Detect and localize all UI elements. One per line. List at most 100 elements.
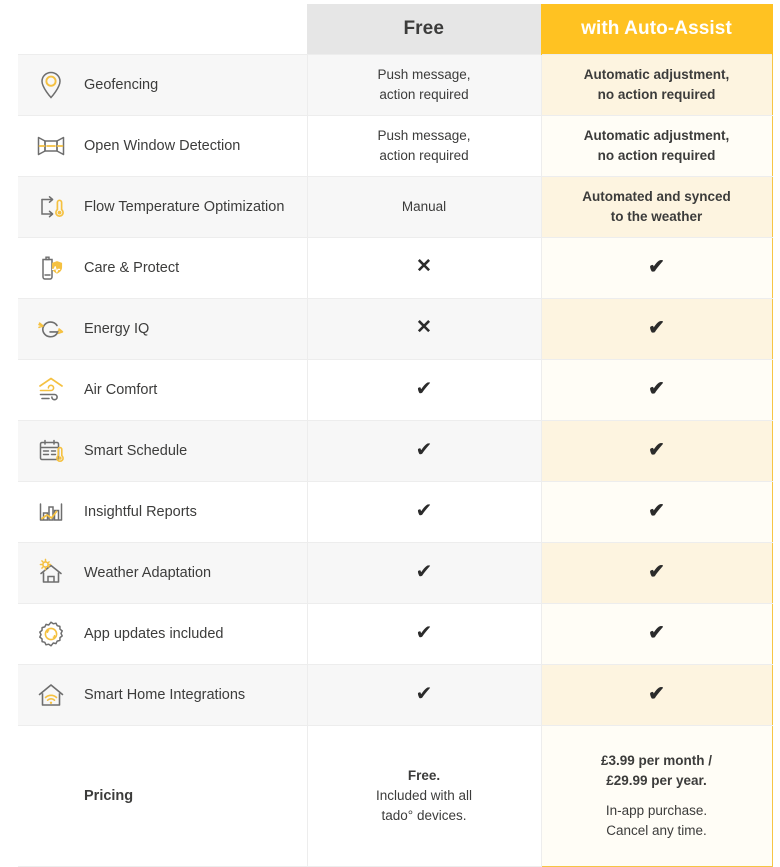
header-auto-assist-column: with Auto-Assist	[540, 4, 773, 55]
auto-assist-plan-cell: ✔	[540, 664, 773, 726]
auto-price-line2: Cancel any time.	[606, 822, 707, 838]
table-row: Flow Temperature Optimization Manual Aut…	[18, 176, 773, 238]
auto-assist-plan-cell: Automatic adjustment, no action required	[540, 54, 773, 116]
auto-assist-plan-cell: ✔	[540, 237, 773, 299]
auto-assist-plan-cell: ✔	[540, 603, 773, 665]
feature-label: App updates included	[84, 625, 224, 642]
check-mark-icon: ✔	[415, 499, 433, 522]
feature-cell: Open Window Detection	[18, 115, 308, 177]
feature-label: Energy IQ	[84, 320, 150, 337]
check-mark-icon: ✔	[415, 377, 433, 400]
smart-schedule-calendar-icon	[32, 432, 70, 470]
feature-cell: Smart Home Integrations	[18, 664, 308, 726]
free-plan-cell: ✕	[307, 237, 542, 299]
table-header: Free with Auto-Assist	[18, 4, 773, 55]
comparison-table-container: Free with Auto-Assist Geofencing Push me…	[18, 4, 773, 867]
check-mark-icon: ✔	[648, 316, 665, 339]
header-free-column: Free	[307, 4, 541, 55]
free-plan-cell: ✕	[307, 298, 542, 360]
table-row: Energy IQ ✕ ✔	[18, 298, 773, 360]
free-price-headline: Free.	[407, 767, 441, 783]
table-row: Smart Schedule ✔ ✔	[18, 420, 773, 482]
air-comfort-icon	[32, 371, 70, 409]
free-plan-cell: ✔	[307, 664, 542, 726]
feature-label: Smart Home Integrations	[84, 686, 246, 703]
pricing-row: Pricing Free. Included with all tado° de…	[18, 725, 773, 867]
feature-label: Geofencing	[84, 76, 159, 93]
feature-cell: Care & Protect	[18, 237, 308, 299]
table-row: Smart Home Integrations ✔ ✔	[18, 664, 773, 726]
pricing-auto-assist-cell: £3.99 per month / £29.99 per year. In-ap…	[540, 725, 773, 867]
auto-assist-plan-cell: ✔	[540, 542, 773, 604]
feature-label: Flow Temperature Optimization	[84, 198, 285, 215]
pricing-free-cell: Free. Included with all tado° devices.	[307, 725, 542, 867]
feature-cell: App updates included	[18, 603, 308, 665]
check-mark-icon: ✔	[648, 499, 665, 522]
auto-assist-plan-cell: Automatic adjustment, no action required	[540, 115, 773, 177]
energy-iq-icon	[32, 310, 70, 348]
feature-cell: Geofencing	[18, 54, 308, 116]
feature-cell: Smart Schedule	[18, 420, 308, 482]
auto-price-headline2: £29.99 per year.	[606, 773, 707, 789]
auto-price-line1: In-app purchase.	[605, 802, 708, 818]
check-mark-icon: ✔	[415, 438, 433, 461]
auto-price-headline1: £3.99 per month /	[600, 753, 713, 768]
feature-label: Open Window Detection	[84, 137, 241, 154]
pricing-label: Pricing	[84, 787, 134, 804]
feature-cell: Energy IQ	[18, 298, 308, 360]
auto-assist-plan-cell: ✔	[540, 481, 773, 543]
table-row: Care & Protect ✕ ✔	[18, 237, 773, 299]
auto-assist-plan-cell: Automated and synced to the weather	[540, 176, 773, 238]
free-plan-cell: ✔	[307, 542, 542, 604]
auto-assist-plan-cell: ✔	[540, 298, 773, 360]
app-updates-gear-icon	[32, 615, 70, 653]
feature-label: Care & Protect	[84, 259, 180, 276]
insightful-reports-chart-icon	[32, 493, 70, 531]
weather-adaptation-house-sun-icon	[32, 554, 70, 592]
feature-label: Insightful Reports	[84, 503, 197, 520]
feature-comparison-table: Free with Auto-Assist Geofencing Push me…	[18, 4, 773, 867]
check-mark-icon: ✔	[648, 621, 665, 644]
table-row: Insightful Reports ✔ ✔	[18, 481, 773, 543]
feature-cell: Insightful Reports	[18, 481, 308, 543]
cross-mark-icon: ✕	[416, 256, 432, 278]
header-feature-column	[18, 4, 307, 55]
free-plan-cell: Push message, action required	[307, 54, 542, 116]
check-mark-icon: ✔	[415, 560, 433, 583]
table-row: Weather Adaptation ✔ ✔	[18, 542, 773, 604]
table-row: Open Window Detection Push message, actio…	[18, 115, 773, 177]
check-mark-icon: ✔	[648, 255, 665, 278]
check-mark-icon: ✔	[648, 682, 665, 705]
free-plan-cell: Manual	[307, 176, 542, 238]
flow-temperature-icon	[32, 188, 70, 226]
table-row: Geofencing Push message, action required …	[18, 54, 773, 116]
feature-cell: Air Comfort	[18, 359, 308, 421]
free-plan-cell: ✔	[307, 481, 542, 543]
check-mark-icon: ✔	[415, 682, 433, 705]
feature-cell: Flow Temperature Optimization	[18, 176, 308, 238]
check-mark-icon: ✔	[648, 560, 665, 583]
cross-mark-icon: ✕	[416, 317, 432, 339]
auto-assist-plan-cell: ✔	[540, 420, 773, 482]
pricing-icon-placeholder	[32, 777, 70, 815]
location-pin-icon	[32, 66, 70, 104]
free-plan-cell: ✔	[307, 603, 542, 665]
check-mark-icon: ✔	[415, 621, 433, 644]
table-row: App updates included ✔ ✔	[18, 603, 773, 665]
free-plan-cell: ✔	[307, 420, 542, 482]
check-mark-icon: ✔	[648, 377, 665, 400]
feature-cell: Weather Adaptation	[18, 542, 308, 604]
auto-assist-plan-cell: ✔	[540, 359, 773, 421]
care-protect-shield-icon	[32, 249, 70, 287]
smart-home-wifi-icon	[32, 676, 70, 714]
free-price-line2: tado° devices.	[381, 808, 467, 824]
free-price-line1: Included with all	[375, 787, 473, 803]
free-plan-cell: Push message, action required	[307, 115, 542, 177]
table-row: Air Comfort ✔ ✔	[18, 359, 773, 421]
free-plan-cell: ✔	[307, 359, 542, 421]
pricing-label-cell: Pricing	[18, 725, 308, 867]
header-row: Free with Auto-Assist	[18, 4, 773, 55]
feature-label: Smart Schedule	[84, 442, 188, 459]
feature-label: Air Comfort	[84, 381, 158, 398]
open-window-icon	[32, 127, 70, 165]
